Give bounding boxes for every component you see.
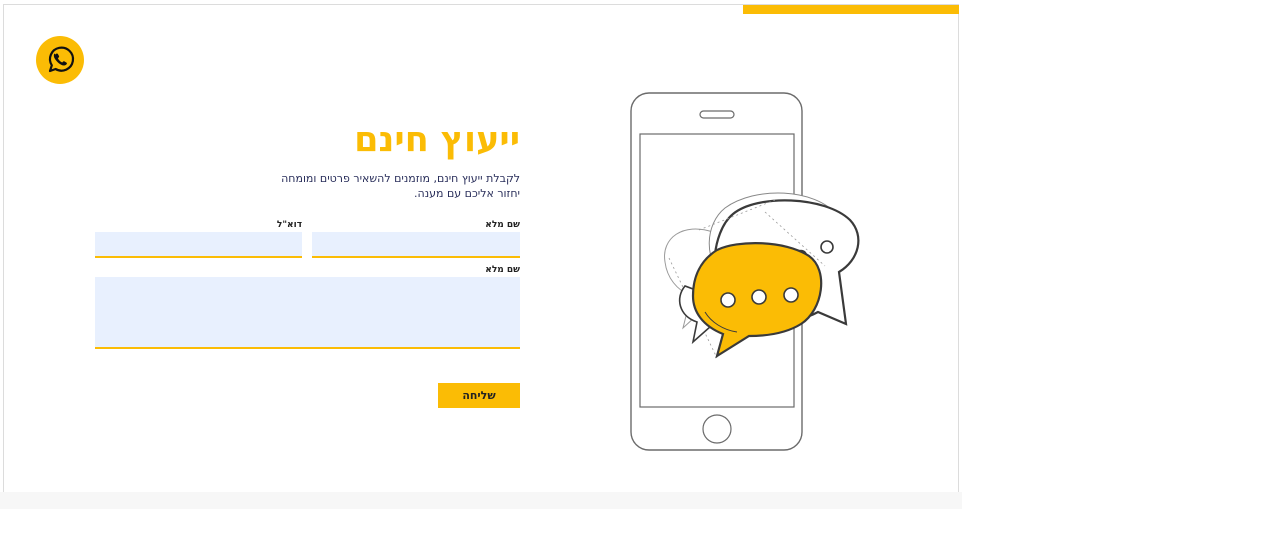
full-name-label: שם מלא <box>485 220 520 230</box>
submit-button[interactable]: שליחה <box>438 383 520 408</box>
email-input[interactable] <box>95 232 302 258</box>
form-title: ייעוץ חינם <box>354 120 520 160</box>
whatsapp-icon <box>48 46 75 73</box>
message-label: שם מלא <box>485 265 520 275</box>
phone-chat-bubbles-illustration <box>625 90 870 459</box>
email-label: דוא"ל <box>276 220 302 230</box>
top-accent-bar <box>743 5 959 14</box>
whatsapp-button[interactable] <box>36 36 84 84</box>
form-subtitle: לקבלת ייעוץ חינם, מוזמנים להשאיר פרטים ו… <box>281 172 520 200</box>
footer-strip <box>0 492 962 509</box>
message-textarea[interactable] <box>95 277 520 349</box>
full-name-input[interactable] <box>312 232 520 258</box>
